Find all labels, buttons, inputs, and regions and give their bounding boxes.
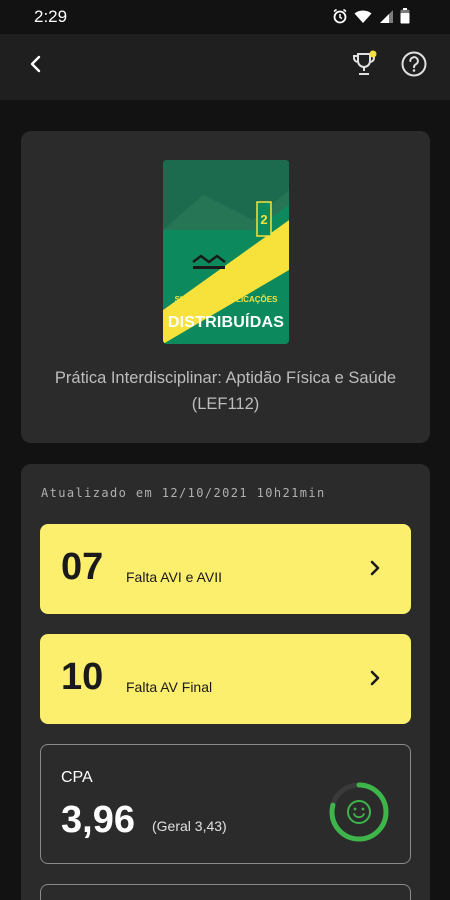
- help-icon: [400, 50, 428, 83]
- trophy-icon: [350, 50, 378, 83]
- battery-icon: [400, 8, 410, 29]
- status-time: 2:29: [34, 7, 68, 26]
- back-button[interactable]: [20, 50, 52, 82]
- app-bar: [0, 34, 450, 100]
- pending-label: Falta AV Final: [126, 679, 213, 695]
- svg-text:2: 2: [260, 212, 267, 227]
- alarm-icon: [332, 8, 348, 29]
- pending-av-final-item[interactable]: 10 Falta AV Final: [40, 634, 411, 724]
- cpa-value: 3,96: [61, 799, 135, 841]
- status-icons: [332, 8, 410, 29]
- status-bar: 2:29: [0, 0, 450, 34]
- cpa-general: (Geral 3,43): [152, 818, 227, 834]
- updated-timestamp: Atualizado em 12/10/2021 10h21min: [41, 486, 326, 500]
- course-title: Prática Interdisciplinar: Aptidão Física…: [54, 369, 397, 413]
- cover-title: DISTRIBUÍDAS: [167, 314, 285, 331]
- grades-card: Atualizado em 12/10/2021 10h21min 07 Fal…: [21, 464, 430, 900]
- chevron-right-icon: [363, 556, 387, 580]
- next-card[interactable]: [40, 884, 411, 900]
- help-button[interactable]: [398, 50, 430, 82]
- course-card: 2 SISTEMAS E APLICAÇÕES DISTRIBUÍDAS Prá…: [21, 131, 430, 443]
- course-cover: 2 SISTEMAS E APLICAÇÕES DISTRIBUÍDAS: [163, 160, 289, 344]
- notification-dot: [369, 50, 377, 57]
- pending-count: 10: [61, 656, 104, 698]
- wifi-icon: [354, 9, 372, 29]
- cpa-progress-ring: [328, 781, 390, 843]
- signal-icon: [378, 9, 394, 29]
- back-arrow-icon: [27, 55, 45, 78]
- achievements-button[interactable]: [348, 50, 380, 82]
- pending-avi-avii-item[interactable]: 07 Falta AVI e AVII: [40, 524, 411, 614]
- cover-subtitle: SISTEMAS E APLICAÇÕES: [174, 295, 278, 304]
- pending-label: Falta AVI e AVII: [126, 569, 222, 585]
- chevron-right-icon: [363, 666, 387, 690]
- smiley-icon: [347, 800, 371, 824]
- pending-count: 07: [61, 546, 104, 588]
- cpa-label: CPA: [61, 769, 93, 786]
- cpa-card[interactable]: CPA 3,96 (Geral 3,43): [40, 744, 411, 864]
